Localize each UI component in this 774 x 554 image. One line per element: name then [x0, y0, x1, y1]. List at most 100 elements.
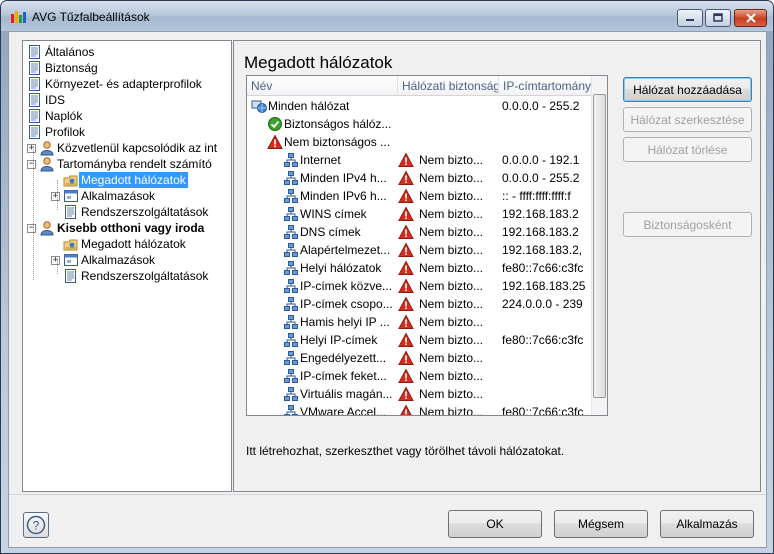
maximize-button[interactable] — [705, 9, 731, 27]
tree-item[interactable]: Megadott hálózatok — [63, 172, 188, 188]
profile-icon — [40, 221, 54, 236]
tree-item[interactable]: + Alkalmazások — [51, 188, 157, 204]
column-header-ip-range[interactable]: IP-címtartomány — [499, 76, 592, 96]
network-security-cell — [398, 133, 498, 151]
document-icon — [29, 45, 40, 59]
network-ip-range — [502, 349, 592, 367]
network-ip-range: 224.0.0.0 - 239 — [502, 297, 583, 311]
network-row[interactable]: Internet Nem bizto... 0.0.0.0 - 192.1 — [247, 151, 592, 169]
tree-item[interactable]: Megadott hálózatok — [63, 236, 188, 252]
tree-item[interactable]: Környezet- és adapterprofilok — [27, 76, 204, 92]
collapse-icon[interactable]: − — [27, 159, 36, 169]
network-row[interactable]: IP-címek feket... Nem bizto... — [247, 367, 592, 385]
scrollbar-thumb[interactable] — [593, 94, 606, 398]
network-name: Biztonságos hálóz... — [284, 117, 392, 131]
tree-item[interactable]: + Alkalmazások — [51, 252, 157, 268]
network-row[interactable]: Nem biztonságos ... — [247, 133, 592, 151]
close-button[interactable] — [734, 9, 767, 27]
network-ip-range: 192.168.183.2 — [502, 225, 579, 239]
network-row[interactable]: Hamis helyi IP ... Nem bizto... — [247, 313, 592, 331]
expand-icon[interactable]: + — [27, 143, 36, 153]
network-ip-range: :: - ffff:ffff:ffff:f — [502, 189, 571, 203]
expand-icon[interactable]: + — [51, 255, 60, 265]
tree-item[interactable]: − Kisebb otthoni vagy iroda — [27, 220, 206, 236]
network-row[interactable]: Minden IPv6 h... Nem bizto...:: - ffff:ff… — [247, 187, 592, 205]
network-row[interactable]: Alapértelmezet... Nem bizto... 192.168.183… — [247, 241, 592, 259]
network-name-cell: Helyi hálózatok — [283, 259, 396, 277]
network-security: Nem bizto... — [419, 333, 484, 347]
network-security: Nem bizto... — [419, 225, 484, 239]
network-row[interactable]: VMware Accel... Nem bizto... fe80::7c66:c3… — [247, 403, 592, 416]
expand-icon[interactable]: + — [51, 191, 60, 201]
avg-logo-icon — [11, 11, 26, 23]
tree-item[interactable]: Rendszerszolgáltatások — [63, 204, 210, 220]
network-row[interactable]: Minden hálózat 0.0.0.0 - 255.2 — [247, 97, 592, 115]
tree-item[interactable]: Biztonság — [27, 60, 100, 76]
network-security-cell: Nem bizto... — [398, 259, 498, 277]
network-row[interactable]: DNS címek Nem bizto... 192.168.183.2 — [247, 223, 592, 241]
tree-item[interactable]: Profilok — [27, 124, 87, 140]
settings-tree[interactable]: Általános Biztonság Környezet- és adapterp… — [22, 40, 232, 492]
network-name: IP-címek feket... — [300, 369, 387, 383]
help-icon: ? — [26, 515, 46, 535]
network-name-cell: Biztonságos hálóz... — [267, 115, 396, 133]
warning-icon — [398, 278, 414, 293]
add-network-button[interactable]: Hálózat hozzáadása — [623, 77, 752, 102]
tree-item[interactable]: − Tartományba rendelt számító — [27, 156, 214, 172]
tree-item[interactable]: + Közvetlenül kapcsolódik az int — [27, 140, 219, 156]
tree-item-label: Rendszerszolgáltatások — [81, 269, 209, 283]
network-row[interactable]: Virtuális magán... Nem bizto... — [247, 385, 592, 403]
warning-icon — [398, 314, 414, 329]
warning-icon — [398, 386, 414, 401]
network-row[interactable]: Biztonságos hálóz... — [247, 115, 592, 133]
document-icon — [29, 109, 40, 123]
check-icon — [268, 117, 282, 131]
minimize-button[interactable] — [677, 9, 703, 27]
tree-item[interactable]: Rendszerszolgáltatások — [63, 268, 210, 284]
network-icon — [284, 207, 298, 221]
tree-item[interactable]: Általános — [27, 44, 96, 60]
maximize-icon — [713, 13, 723, 22]
network-ip-range: fe80::7c66:c3fc — [502, 261, 584, 275]
tree-item[interactable]: Naplók — [27, 108, 84, 124]
help-button[interactable]: ? — [23, 512, 49, 538]
column-header-security[interactable]: Hálózati biztonság — [398, 76, 499, 96]
mark-safe-button[interactable]: Biztonságosként — [623, 212, 752, 237]
network-ip-range: fe80::7c66:c3fc — [502, 405, 584, 416]
warning-icon — [398, 332, 414, 347]
network-row[interactable]: Helyi IP-címek Nem bizto... fe80::7c66:c3f… — [247, 331, 592, 349]
column-header-name[interactable]: Név — [247, 76, 398, 96]
network-icon — [284, 243, 298, 257]
network-row[interactable]: Minden IPv4 h... Nem bizto... 0.0.0.0 - 25… — [247, 169, 592, 187]
network-icon — [284, 171, 298, 185]
apply-button[interactable]: Alkalmazás — [660, 510, 754, 538]
network-row[interactable]: WINS címek Nem bizto... 192.168.183.2 — [247, 205, 592, 223]
ok-button[interactable]: OK — [448, 510, 542, 538]
network-icon — [284, 189, 298, 203]
collapse-icon[interactable]: − — [27, 223, 36, 233]
profile-icon — [40, 141, 54, 156]
network-row[interactable]: IP-címek közve... Nem bizto... 192.168.183… — [247, 277, 592, 295]
cancel-button[interactable]: Mégsem — [554, 510, 648, 538]
delete-network-button[interactable]: Hálózat törlése — [623, 137, 752, 162]
network-icon — [284, 333, 298, 347]
vertical-scrollbar[interactable] — [591, 76, 607, 415]
network-icon — [284, 261, 298, 275]
network-icon — [284, 405, 298, 415]
network-icon — [284, 369, 298, 383]
network-row[interactable]: Helyi hálózatok Nem bizto... fe80::7c66:c3… — [247, 259, 592, 277]
title-bar[interactable]: AVG Tűzfalbeállítások — [1, 1, 773, 31]
network-row[interactable]: Engedélyezett... Nem bizto... — [247, 349, 592, 367]
network-name-cell: Minden hálózat — [251, 97, 396, 115]
document-icon — [29, 93, 40, 107]
network-security: Nem bizto... — [419, 279, 484, 293]
network-row[interactable]: IP-címek csopo... Nem bizto... 224.0.0.0 -… — [247, 295, 592, 313]
networks-list[interactable]: Név Hálózati biztonság IP-címtartomány M… — [246, 75, 608, 416]
warning-icon — [267, 134, 283, 149]
network-security-cell: Nem bizto... — [398, 295, 498, 313]
network-name-cell: Virtuális magán... — [283, 385, 396, 403]
network-icon — [284, 225, 298, 239]
warning-icon — [398, 260, 414, 275]
tree-item[interactable]: IDS — [27, 92, 67, 108]
edit-network-button[interactable]: Hálózat szerkesztése — [623, 107, 752, 132]
